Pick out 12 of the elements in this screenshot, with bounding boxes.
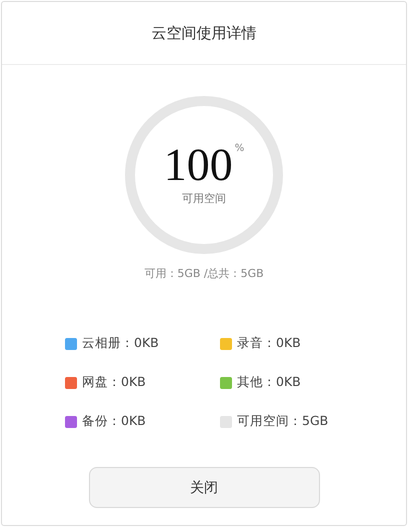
legend-label: 录音：0KB	[237, 335, 301, 352]
storage-summary: 可用：5GB /总共：5GB	[143, 266, 265, 281]
percent-unit: %	[234, 142, 244, 154]
ring-label: 可用空间	[182, 190, 226, 206]
close-button[interactable]: 关闭	[88, 467, 320, 508]
percent-value: 100	[164, 140, 233, 188]
dialog-title: 云空间使用详情	[152, 24, 256, 42]
legend-label: 备份：0KB	[82, 413, 146, 430]
legend-label: 可用空间：5GB	[237, 413, 328, 430]
legend-label: 网盘：0KB	[82, 374, 146, 391]
legend-label: 其他：0KB	[237, 374, 301, 391]
legend-label: 云相册：0KB	[82, 335, 159, 352]
